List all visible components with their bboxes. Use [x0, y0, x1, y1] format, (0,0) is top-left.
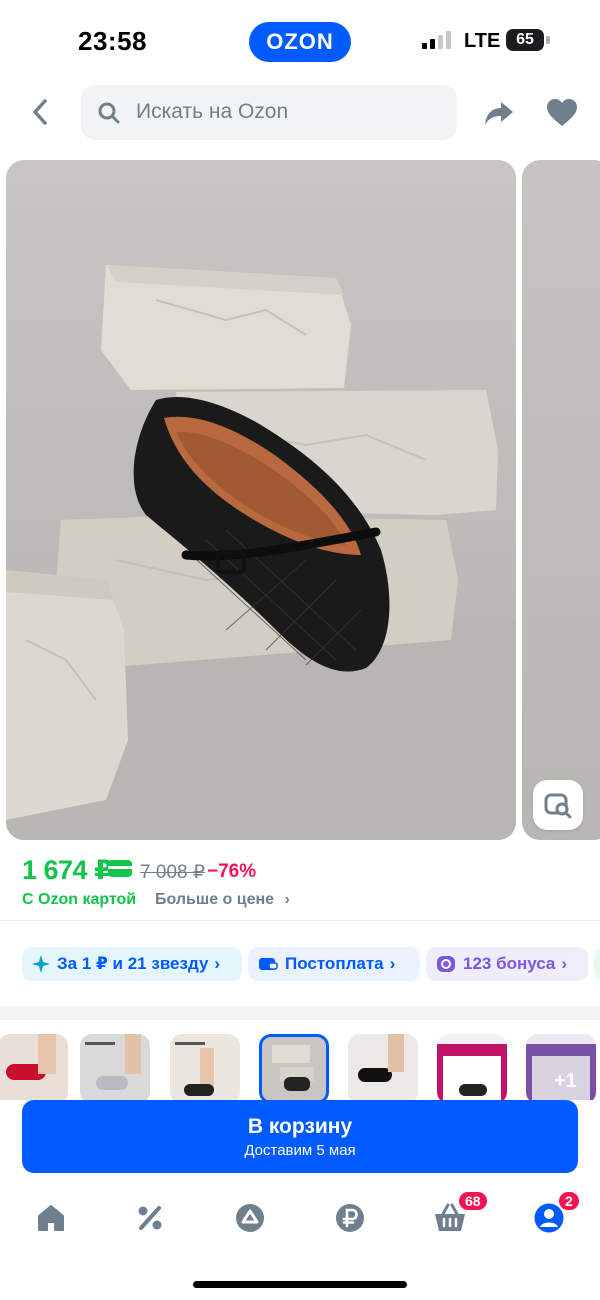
discount-badge: −76%: [207, 861, 257, 882]
cart-count-badge: 68: [457, 1190, 489, 1212]
home-icon: [38, 1205, 64, 1231]
product-photo: [6, 265, 516, 840]
old-price: 7 008 ₽: [140, 862, 205, 883]
variant-photo: [437, 1044, 507, 1100]
share-icon: [485, 102, 513, 125]
section-divider: [0, 1006, 600, 1020]
variant-thumb-more[interactable]: +1: [526, 1034, 596, 1100]
wallet-icon: [258, 956, 278, 972]
network-type: LTE: [464, 30, 501, 52]
profile-notification-badge: 2: [557, 1190, 581, 1212]
product-image[interactable]: [6, 160, 516, 840]
tab-home[interactable]: [31, 1198, 71, 1238]
variant-thumb[interactable]: [170, 1034, 240, 1100]
battery-icon: 65: [506, 29, 544, 51]
fresh-icon: [236, 1204, 264, 1232]
variant-thumb[interactable]: [348, 1034, 418, 1100]
chevron-right-icon: ›: [389, 954, 396, 973]
variants-more-count: +1: [554, 1070, 577, 1092]
tab-fresh[interactable]: [230, 1198, 270, 1238]
add-to-cart-button[interactable]: В корзину Доставим 5 мая: [22, 1100, 578, 1173]
promo-chips: За 1 ₽ и 21 звезду › Постоплата › 123 бо…: [0, 920, 600, 1006]
variant-thumb[interactable]: [437, 1034, 507, 1100]
postpay-chip-label: Постоплата: [285, 954, 384, 973]
postpay-chip[interactable]: Постоплата ›: [248, 947, 420, 981]
image-search-icon: [544, 793, 572, 819]
share-button[interactable]: [482, 96, 516, 130]
bonus-chip-label: 123 бонуса: [463, 954, 556, 973]
sparkle-icon: [32, 955, 50, 973]
variant-photo: [272, 1045, 314, 1091]
tab-finance[interactable]: [330, 1198, 370, 1238]
search-icon: [98, 102, 120, 124]
status-time: 23:58: [78, 26, 147, 56]
bonus-chip[interactable]: 123 бонуса ›: [426, 947, 588, 981]
search-bar[interactable]: [81, 85, 457, 140]
ozon-logo: OZON: [249, 22, 351, 62]
bonus-icon: [436, 955, 456, 973]
stars-chip[interactable]: За 1 ₽ и 21 звезду ›: [22, 947, 242, 981]
stars-chip-label: За 1 ₽ и 21 звезду: [57, 954, 209, 973]
cellular-signal-icon: [422, 31, 454, 49]
ruble-icon: [336, 1204, 364, 1232]
search-input[interactable]: [136, 97, 436, 127]
more-about-price-label: Больше о цене: [155, 891, 275, 908]
favorite-button[interactable]: [545, 96, 579, 130]
chevron-left-icon: [33, 99, 47, 125]
variant-thumb[interactable]: [0, 1034, 68, 1100]
back-button[interactable]: [22, 94, 58, 130]
variant-photo: [175, 1042, 214, 1096]
tab-promotions[interactable]: [130, 1198, 170, 1238]
home-indicator: [193, 1281, 407, 1288]
add-to-cart-label: В корзину: [247, 1114, 353, 1138]
ozon-card-icon: [108, 860, 132, 877]
variant-photo: [6, 1034, 56, 1080]
more-about-price-link[interactable]: Больше о цене ›: [155, 891, 290, 909]
heart-icon: [547, 99, 577, 126]
current-price: 1 674 ₽: [22, 855, 113, 885]
battery-tip: [546, 36, 550, 44]
variant-thumb-selected[interactable]: [259, 1034, 329, 1100]
chevron-right-icon: ›: [284, 891, 290, 908]
visual-search-button[interactable]: [533, 780, 583, 830]
variant-photo: [358, 1034, 404, 1082]
variant-thumb[interactable]: [80, 1034, 150, 1100]
percent-icon: [138, 1206, 162, 1230]
chevron-right-icon: ›: [214, 954, 221, 973]
ozon-card-label: С Ozon картой: [22, 891, 137, 908]
chevron-right-icon: ›: [561, 954, 568, 973]
next-product-image[interactable]: [522, 160, 600, 840]
partial-chip[interactable]: [594, 947, 600, 981]
variant-photo: [85, 1034, 141, 1090]
variant-selector: +1: [0, 1020, 600, 1100]
delivery-date-label: Доставим 5 мая: [244, 1141, 356, 1159]
